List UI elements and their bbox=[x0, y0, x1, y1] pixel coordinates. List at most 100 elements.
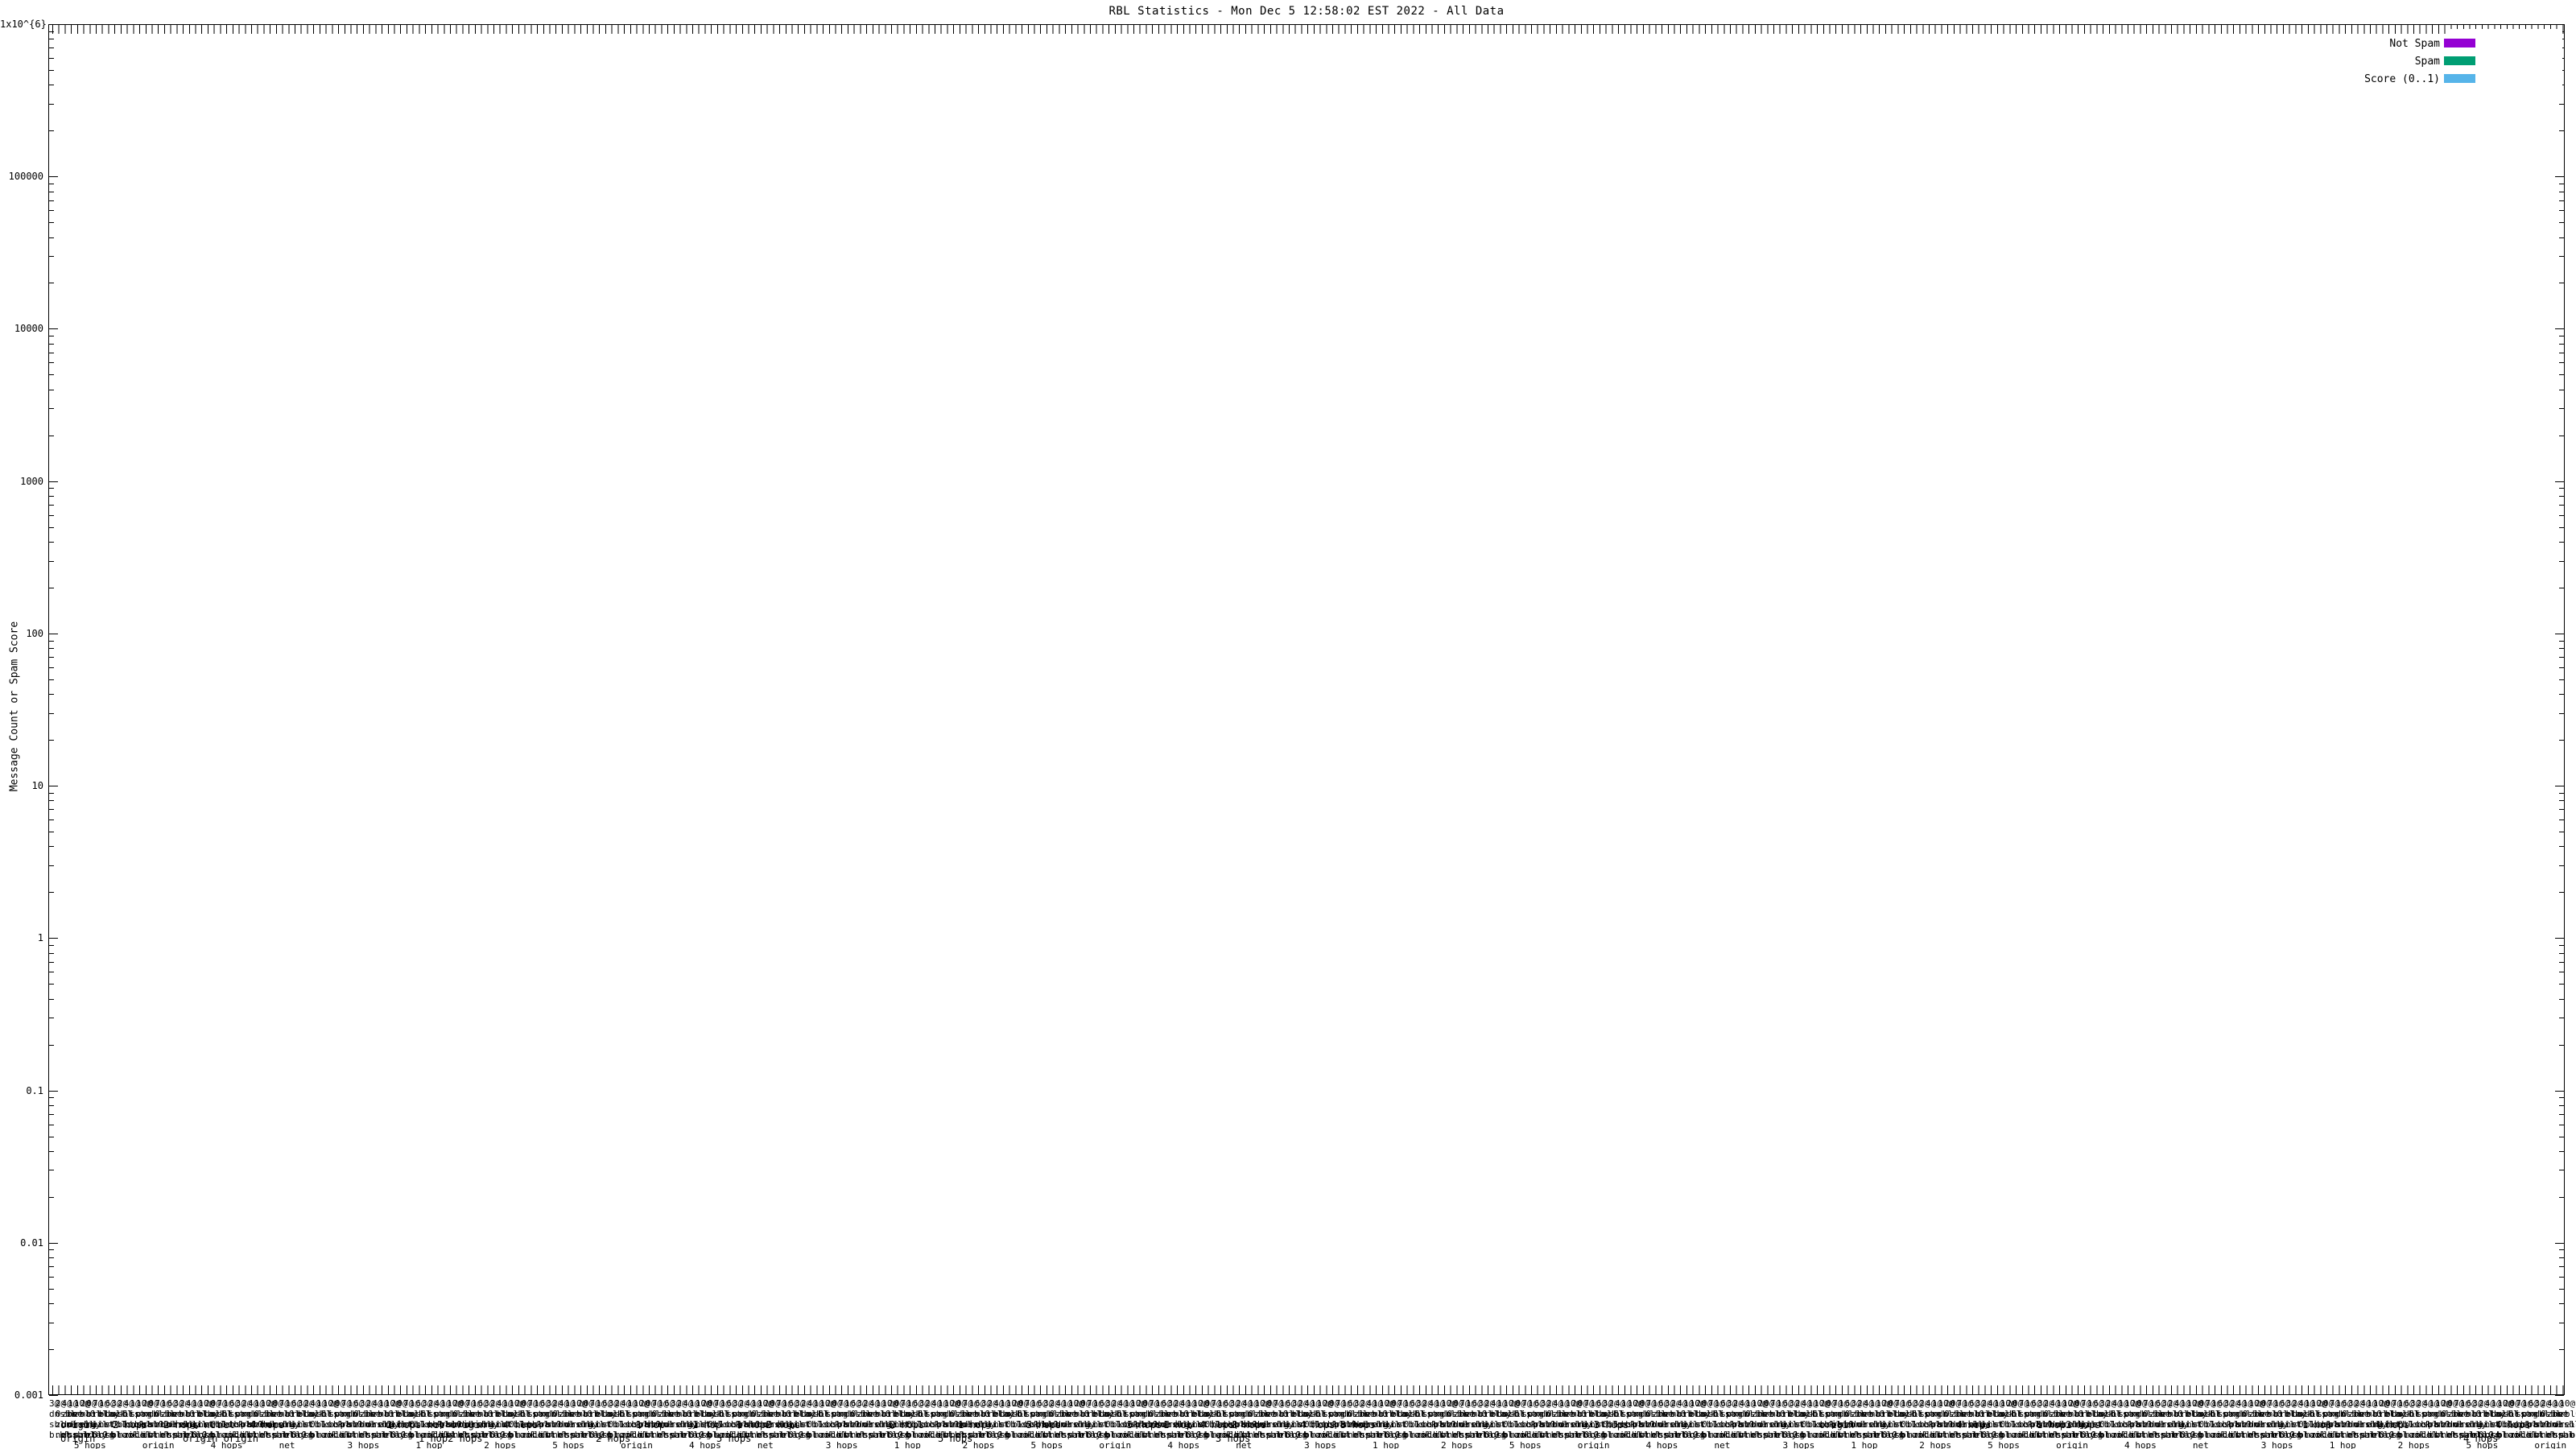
y-tick bbox=[49, 740, 54, 741]
x-axis-sublabel: net bbox=[217, 1419, 235, 1430]
y-tick bbox=[49, 1044, 54, 1046]
y-tick bbox=[49, 526, 54, 528]
y-tick bbox=[2559, 809, 2564, 811]
y-tick bbox=[49, 1276, 54, 1278]
x-axis-sublabel: 4 hops bbox=[2496, 1419, 2531, 1430]
y-tick bbox=[49, 1303, 54, 1305]
x-axis-sublabel: 4 hops bbox=[1199, 1419, 1235, 1430]
y-tick bbox=[49, 362, 54, 364]
y-tick bbox=[49, 1349, 54, 1351]
y-tick bbox=[49, 712, 54, 714]
y-tick bbox=[2559, 1288, 2564, 1290]
y-tick bbox=[2559, 1303, 2564, 1305]
y-tick bbox=[2555, 328, 2564, 330]
y-tick bbox=[2559, 1150, 2564, 1152]
x-axis-sublabel: 3 hops bbox=[1340, 1419, 1376, 1430]
y-tick bbox=[49, 237, 54, 238]
y-tick bbox=[49, 657, 54, 658]
x-axis-sublabel: origin bbox=[60, 1419, 96, 1430]
y-tick bbox=[2559, 408, 2564, 410]
y-tick bbox=[49, 481, 58, 482]
y-tick bbox=[49, 892, 54, 894]
x-axis-sublabel: 1 hop2 hops bbox=[419, 1433, 483, 1444]
y-tick bbox=[49, 1288, 54, 1290]
y-tick bbox=[49, 256, 54, 258]
y-tick bbox=[2559, 952, 2564, 954]
y-tick bbox=[49, 865, 54, 867]
x-axis-sublabel: 1 hop bbox=[692, 1419, 722, 1430]
y-tick bbox=[49, 488, 54, 489]
y-tick bbox=[49, 694, 54, 696]
y-tick bbox=[49, 1097, 54, 1099]
legend-label-score: Score (0..1) bbox=[2364, 73, 2440, 85]
x-axis-sublabel: 2 hops bbox=[596, 1433, 631, 1444]
x-axis-sublabel: 5 hops bbox=[1026, 1419, 1062, 1430]
y-tick bbox=[49, 846, 54, 848]
x-axis-sublabel: 1 hop bbox=[958, 1419, 988, 1430]
y-tick bbox=[2555, 24, 2564, 25]
y-tick bbox=[2559, 1249, 2564, 1251]
y-tick bbox=[2555, 176, 2564, 178]
y-tick bbox=[49, 984, 54, 985]
y-tick bbox=[2559, 944, 2564, 946]
y-tick bbox=[2559, 526, 2564, 528]
y-tick bbox=[2559, 1196, 2564, 1198]
y-tick bbox=[2555, 481, 2564, 482]
x-axis-sublabel: origin bbox=[1819, 1419, 1855, 1430]
x-axis-sublabel: 3 hops bbox=[1216, 1433, 1251, 1444]
x-axis-sublabel: 4 hops bbox=[250, 1419, 285, 1430]
y-tick bbox=[2559, 541, 2564, 543]
plot-frame bbox=[48, 24, 2565, 1395]
chart-title: RBL Statistics - Mon Dec 5 12:58:02 EST … bbox=[1108, 5, 1505, 18]
x-axis-sublabel: 5 hops bbox=[1127, 1419, 1162, 1430]
y-tick bbox=[49, 69, 54, 71]
x-axis-sublabel: origin bbox=[451, 1419, 486, 1430]
y-tick bbox=[49, 792, 54, 794]
x-axis-sublabel: 1 hop2 hops bbox=[737, 1419, 801, 1430]
y-tick bbox=[49, 952, 54, 954]
x-axis-sublabel: 5 hops bbox=[938, 1433, 973, 1444]
y-tick bbox=[49, 679, 54, 680]
y-tick bbox=[2555, 938, 2564, 939]
y-tick bbox=[49, 57, 54, 59]
y-tick bbox=[49, 1395, 58, 1396]
y-tick bbox=[49, 1113, 54, 1115]
y-tick bbox=[49, 809, 54, 811]
y-tick bbox=[49, 222, 54, 224]
y-tick bbox=[49, 47, 54, 49]
legend-swatch-score bbox=[2444, 74, 2475, 83]
y-tick-label: 1x10^{6} bbox=[0, 19, 47, 30]
legend-swatch-notspam bbox=[2444, 39, 2475, 47]
y-tick bbox=[2559, 504, 2564, 506]
y-tick bbox=[49, 1090, 58, 1092]
y-tick-label: 10000 bbox=[14, 323, 43, 335]
y-tick bbox=[2559, 210, 2564, 212]
top-axis-tick-comb bbox=[49, 25, 2564, 34]
x-axis-sublabel: 2 hops net bbox=[163, 1419, 222, 1430]
y-tick bbox=[49, 944, 54, 946]
x-axis-sublabel: 1 hop bbox=[1163, 1419, 1193, 1430]
y-tick bbox=[2559, 374, 2564, 376]
y-tick bbox=[2559, 846, 2564, 848]
y-tick bbox=[49, 31, 54, 32]
y-tick bbox=[2559, 1276, 2564, 1278]
y-tick bbox=[49, 998, 54, 1000]
x-axis-sublabel: 4 hops bbox=[1300, 1419, 1335, 1430]
legend-label-spam: Spam bbox=[2414, 56, 2440, 68]
y-tick bbox=[2559, 640, 2564, 642]
y-tick-label: 1000 bbox=[20, 475, 43, 487]
y-tick bbox=[49, 800, 54, 802]
y-tick bbox=[49, 200, 54, 201]
y-tick bbox=[2559, 1104, 2564, 1106]
y-tick bbox=[2559, 819, 2564, 821]
rbl-statistics-chart: RBL Statistics - Mon Dec 5 12:58:02 EST … bbox=[0, 0, 2576, 1449]
x-axis-sublabel: 1 hop2 hops bbox=[2037, 1419, 2101, 1430]
y-tick bbox=[49, 504, 54, 506]
y-tick bbox=[49, 328, 58, 330]
y-tick bbox=[2559, 865, 2564, 867]
y-tick bbox=[49, 130, 54, 132]
y-tick-label: 1 bbox=[37, 932, 43, 944]
x-axis-sublabel: 2 hops net bbox=[386, 1419, 445, 1430]
x-axis-sublabel: 1 hop bbox=[636, 1419, 666, 1430]
y-tick bbox=[2559, 667, 2564, 668]
